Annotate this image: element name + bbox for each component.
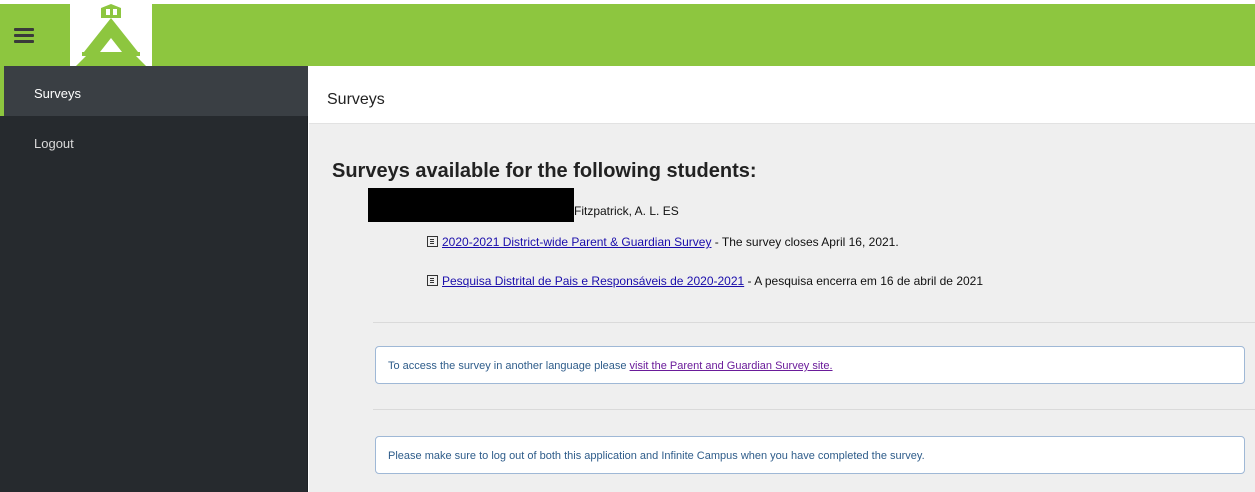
- hamburger-menu-icon[interactable]: [14, 28, 34, 44]
- survey-item: Pesquisa Distrital de Pais e Responsávei…: [427, 274, 983, 288]
- survey-site-link[interactable]: visit the Parent and Guardian Survey sit…: [630, 360, 833, 372]
- divider: [373, 322, 1255, 323]
- survey-deadline: - The survey closes April 16, 2021.: [711, 235, 899, 249]
- document-icon: [427, 275, 438, 286]
- redacted-box: [368, 188, 574, 222]
- sidebar-item-label: Logout: [34, 136, 74, 151]
- page-title: Surveys: [327, 91, 385, 108]
- divider: [373, 409, 1255, 410]
- logout-notice: Please make sure to log out of both this…: [375, 436, 1245, 474]
- language-notice-text: To access the survey in another language…: [388, 360, 630, 372]
- main-content: Surveys available for the following stud…: [309, 124, 1255, 492]
- student-name: Fitzpatrick, A. L. ES: [574, 204, 679, 218]
- page-header: Surveys: [309, 66, 1255, 124]
- sidebar: Surveys Logout: [0, 66, 308, 492]
- top-bar: [0, 4, 1255, 66]
- survey-deadline: - A pesquisa encerra em 16 de abril de 2…: [744, 274, 984, 288]
- language-notice: To access the survey in another language…: [375, 346, 1245, 384]
- survey-link-portuguese[interactable]: Pesquisa Distrital de Pais e Responsávei…: [442, 274, 744, 288]
- school-building-logo[interactable]: [70, 4, 152, 66]
- sidebar-item-logout[interactable]: Logout: [0, 116, 308, 166]
- survey-link-english[interactable]: 2020-2021 District-wide Parent & Guardia…: [442, 235, 711, 249]
- sidebar-item-label: Surveys: [34, 86, 81, 101]
- logout-notice-text: Please make sure to log out of both this…: [388, 450, 925, 462]
- survey-item: 2020-2021 District-wide Parent & Guardia…: [427, 235, 899, 249]
- document-icon: [427, 236, 438, 247]
- students-heading: Surveys available for the following stud…: [332, 160, 757, 182]
- sidebar-item-surveys[interactable]: Surveys: [0, 66, 308, 116]
